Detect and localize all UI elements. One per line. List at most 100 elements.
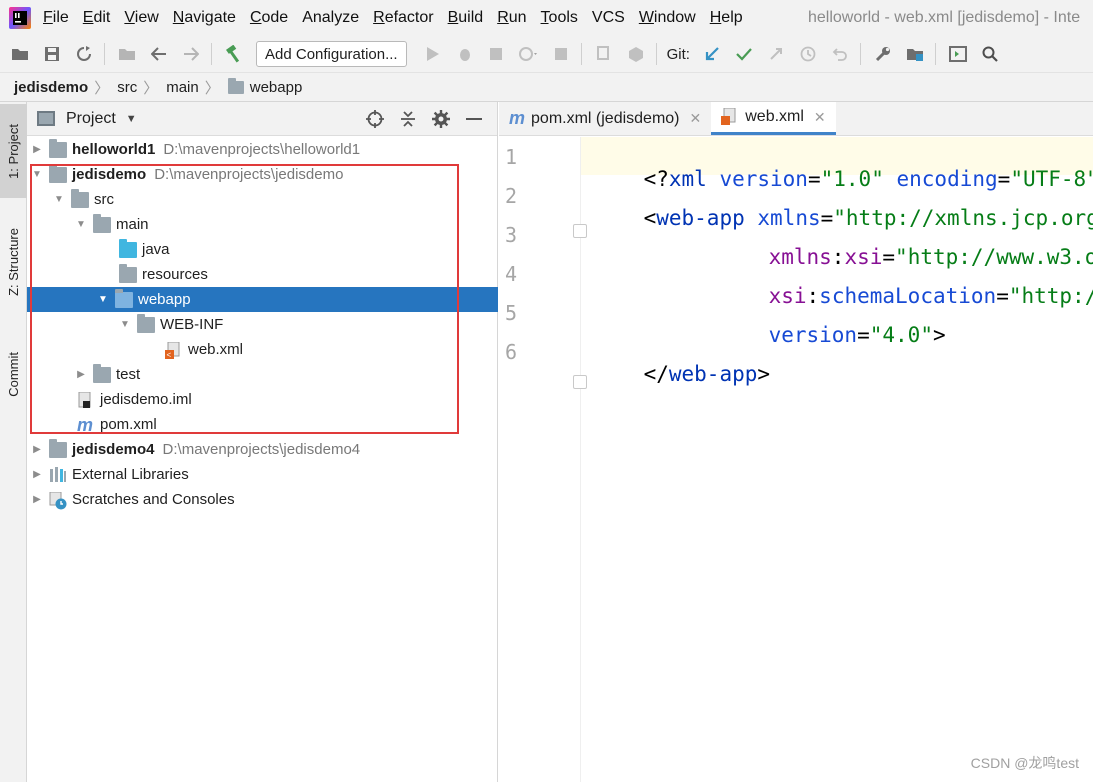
breadcrumb-item[interactable]: main xyxy=(166,79,199,96)
left-tool-strip: 1: Project Z: Structure Commit xyxy=(0,102,27,782)
menu-code[interactable]: Code xyxy=(250,9,288,27)
fold-marker-icon[interactable] xyxy=(573,224,587,238)
close-icon[interactable]: ✕ xyxy=(690,110,702,127)
collapse-all-icon[interactable] xyxy=(398,109,418,129)
chevron-down-icon[interactable]: ▼ xyxy=(31,169,43,181)
close-icon[interactable]: ✕ xyxy=(814,109,826,126)
chevron-down-icon[interactable]: ▼ xyxy=(119,319,131,331)
breadcrumb: jedisdemo 〉 src 〉 main 〉 webapp xyxy=(0,72,1093,102)
menu-vcs[interactable]: VCS xyxy=(592,9,625,27)
chevron-down-icon[interactable]: ▼ xyxy=(75,219,87,231)
menu-tools[interactable]: Tools xyxy=(541,9,578,27)
tab-web-xml[interactable]: web.xml ✕ xyxy=(711,102,836,135)
chevron-down-icon[interactable]: ▼ xyxy=(126,113,137,125)
chevron-right-icon: 〉 xyxy=(204,79,220,97)
tree-item-web-inf[interactable]: ▼ WEB-INF xyxy=(27,312,498,337)
back-arrow-icon[interactable] xyxy=(149,44,169,64)
chevron-down-icon[interactable]: ▼ xyxy=(53,194,65,206)
toolbar-separator xyxy=(655,43,657,65)
chevron-right-icon: 〉 xyxy=(143,79,159,97)
tree-item-web-xml[interactable]: < web.xml xyxy=(27,337,498,362)
line-number: 6 xyxy=(505,340,518,364)
chevron-right-icon[interactable]: ▶ xyxy=(31,144,43,156)
forward-arrow-icon[interactable] xyxy=(181,44,201,64)
folder-icon xyxy=(71,188,89,208)
gear-icon[interactable] xyxy=(431,109,451,129)
menu-refactor[interactable]: Refactor xyxy=(373,9,433,27)
chevron-right-icon[interactable]: ▶ xyxy=(31,494,43,506)
library-icon xyxy=(49,466,67,483)
tree-item-src[interactable]: ▼ src xyxy=(27,187,498,212)
fold-marker-icon[interactable] xyxy=(573,375,587,389)
git-update-icon[interactable] xyxy=(702,44,722,64)
history-clock-icon[interactable] xyxy=(798,44,818,64)
project-tool-window: Project ▼ ▶ helloworld1 D:\mavenprojects… xyxy=(27,102,498,782)
web-folder-icon xyxy=(115,288,133,308)
line-number: 1 xyxy=(505,145,518,169)
menu-window[interactable]: Window xyxy=(639,9,696,27)
maven-file-icon: m xyxy=(509,108,526,128)
menu-build[interactable]: Build xyxy=(448,9,484,27)
project-view-selector[interactable]: Project xyxy=(66,110,116,128)
stop-icon[interactable] xyxy=(551,44,571,64)
breadcrumb-item[interactable]: src xyxy=(117,79,137,96)
source-folder-icon xyxy=(119,238,137,258)
tool-tab-commit[interactable]: Commit xyxy=(0,334,27,414)
tool-tab-project[interactable]: 1: Project xyxy=(0,104,27,198)
breadcrumb-item[interactable]: webapp xyxy=(250,79,303,96)
search-icon[interactable] xyxy=(980,44,1000,64)
tree-item-jedisdemo[interactable]: ▼ jedisdemo D:\mavenprojects\jedisdemo xyxy=(27,162,498,187)
menu-analyze[interactable]: Analyze xyxy=(302,9,359,27)
code-line-6[interactable]: </web-app> xyxy=(593,338,770,410)
menu-help[interactable]: Help xyxy=(710,9,743,27)
menu-navigate[interactable]: Navigate xyxy=(173,9,236,27)
tree-item-scratches[interactable]: ▶ Scratches and Consoles xyxy=(27,487,498,512)
debug-icon[interactable] xyxy=(455,44,475,64)
menu-edit[interactable]: Edit xyxy=(83,9,111,27)
menu-view[interactable]: View xyxy=(124,9,158,27)
git-commit-check-icon[interactable] xyxy=(734,44,754,64)
tree-item-jedisdemo-iml[interactable]: jedisdemo.iml xyxy=(27,387,498,412)
svg-text:<: < xyxy=(167,350,172,359)
line-number: 3 xyxy=(505,223,518,247)
tab-pom-xml[interactable]: m pom.xml (jedisdemo) ✕ xyxy=(499,102,711,135)
tree-item-webapp[interactable]: ▼ webapp xyxy=(27,287,498,312)
rollback-icon[interactable] xyxy=(830,44,850,64)
tree-item-jedisdemo4[interactable]: ▶ jedisdemo4 D:\mavenprojects\jedisdemo4 xyxy=(27,437,498,462)
project-structure-icon[interactable] xyxy=(117,44,137,64)
save-icon[interactable] xyxy=(42,44,62,64)
chevron-down-icon[interactable]: ▼ xyxy=(97,294,109,306)
tree-item-java[interactable]: java xyxy=(27,237,498,262)
tree-item-helloworld1[interactable]: ▶ helloworld1 D:\mavenprojects\helloworl… xyxy=(27,137,498,162)
coverage-icon[interactable] xyxy=(487,44,507,64)
chevron-right-icon[interactable]: ▶ xyxy=(75,369,87,381)
run-anything-icon[interactable] xyxy=(948,44,968,64)
locate-file-icon[interactable] xyxy=(365,109,385,129)
menu-file[interactable]: File xyxy=(43,9,69,27)
open-folder-icon[interactable] xyxy=(10,44,30,64)
breadcrumb-item[interactable]: jedisdemo xyxy=(14,79,88,96)
chevron-right-icon[interactable]: ▶ xyxy=(31,469,43,481)
sync-icon[interactable] xyxy=(74,44,94,64)
tree-item-test[interactable]: ▶ test xyxy=(27,362,498,387)
run-icon[interactable] xyxy=(423,44,443,64)
menu-bar: File Edit View Navigate Code Analyze Ref… xyxy=(0,0,1093,36)
add-configuration-button[interactable]: Add Configuration... xyxy=(256,41,407,67)
settings-wrench-icon[interactable] xyxy=(873,44,893,64)
tree-item-external-libraries[interactable]: ▶ External Libraries xyxy=(27,462,498,487)
build-artifact-icon[interactable] xyxy=(626,44,646,64)
menu-run[interactable]: Run xyxy=(497,9,526,27)
tree-item-resources[interactable]: resources xyxy=(27,262,498,287)
attach-debugger-icon[interactable] xyxy=(594,44,614,64)
profile-icon[interactable] xyxy=(518,44,539,64)
toolbar-separator xyxy=(211,43,212,65)
tree-item-pom-xml[interactable]: m pom.xml xyxy=(27,412,498,437)
tree-item-main[interactable]: ▼ main xyxy=(27,212,498,237)
hide-panel-icon[interactable] xyxy=(464,109,484,129)
tool-tab-structure[interactable]: Z: Structure xyxy=(0,212,27,312)
git-push-icon[interactable] xyxy=(766,44,786,64)
resources-folder-icon xyxy=(119,263,137,283)
chevron-right-icon[interactable]: ▶ xyxy=(31,444,43,456)
project-structure-folder-icon[interactable] xyxy=(905,44,925,64)
build-hammer-icon[interactable] xyxy=(224,44,244,64)
